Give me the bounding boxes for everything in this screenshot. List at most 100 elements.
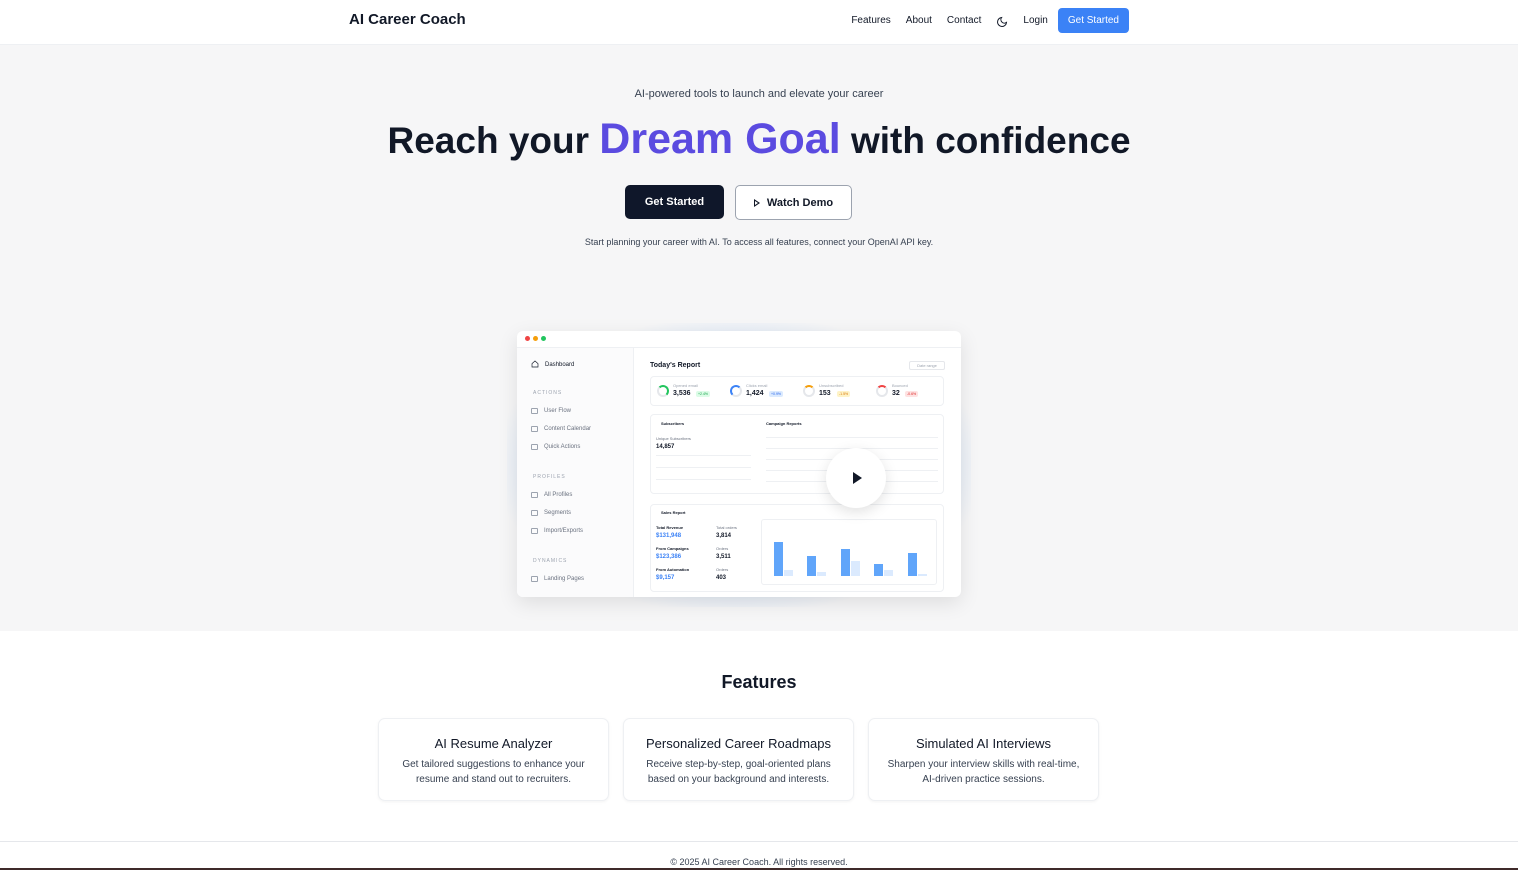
chart-bar bbox=[774, 542, 783, 576]
stat-change-badge: +0.9% bbox=[769, 391, 784, 397]
nav-link-about[interactable]: About bbox=[906, 15, 932, 26]
feature-card-career-roadmaps: Personalized Career Roadmaps Receive ste… bbox=[623, 718, 854, 801]
hero-note: Start planning your career with AI. To a… bbox=[584, 237, 934, 247]
nav-links: Features About Contact Login Get Started bbox=[836, 8, 1129, 33]
footer: © 2025 AI Career Coach. All rights reser… bbox=[0, 841, 1518, 870]
header-get-started-button[interactable]: Get Started bbox=[1057, 8, 1129, 33]
sales-row-sub-label: Orders bbox=[716, 567, 729, 572]
progress-ring bbox=[730, 385, 742, 397]
unique-subscribers-label: Unique Subscribers bbox=[656, 436, 691, 441]
preview-main: Today's Report Date range Opened email 3… bbox=[635, 348, 961, 597]
headline-pre: Reach your bbox=[387, 120, 589, 161]
preview-sidebar: Dashboard ACTIONS User Flow Content Cale… bbox=[517, 348, 634, 597]
sidebar-item-label: Landing Pages bbox=[544, 576, 585, 582]
features-heading: Features bbox=[721, 672, 797, 692]
feature-card-text: Sharpen your interview skills with real-… bbox=[887, 759, 1080, 785]
user-icon bbox=[531, 492, 538, 498]
chart-bar bbox=[884, 570, 893, 576]
window-maximize-dot bbox=[541, 336, 546, 341]
stat-label: Bounced bbox=[892, 383, 908, 388]
feature-card-ai-interviews: Simulated AI Interviews Sharpen your int… bbox=[868, 718, 1099, 801]
calendar-icon bbox=[531, 426, 538, 432]
bar-area bbox=[772, 531, 932, 576]
hero-section: AI-powered tools to launch and elevate y… bbox=[0, 45, 1518, 631]
chart-bar bbox=[807, 556, 816, 576]
lightning-icon bbox=[531, 444, 538, 450]
sales-report-title: Sales Report bbox=[661, 510, 686, 515]
chart-bar bbox=[851, 561, 860, 576]
campaign-reports-title: Campaign Reports bbox=[766, 421, 802, 426]
sales-row-value: $131,948 bbox=[656, 533, 682, 539]
sales-row-label: From Automation bbox=[656, 567, 690, 572]
sidebar-item-landing-pages: Landing Pages bbox=[531, 576, 584, 582]
nav-link-features[interactable]: Features bbox=[851, 15, 890, 26]
top-navbar: AI Career Coach Features About Contact L… bbox=[0, 0, 1518, 45]
sales-row-sub-value: 3,511 bbox=[716, 554, 731, 560]
brand-logo-text[interactable]: AI Career Coach bbox=[349, 11, 466, 28]
sales-bar-chart bbox=[761, 519, 937, 585]
sales-row-sub-label: Orders bbox=[716, 546, 729, 551]
feature-card-text: Receive step-by-step, goal-oriented plan… bbox=[646, 759, 831, 785]
table-divider bbox=[766, 437, 938, 438]
stat-card: Unsubscribed 153 -1.5% bbox=[799, 382, 869, 402]
feature-card-title: AI Resume Analyzer bbox=[434, 736, 553, 751]
watch-demo-button[interactable]: Watch Demo bbox=[735, 185, 852, 220]
nav-link-contact[interactable]: Contact bbox=[947, 15, 981, 26]
chart-bar bbox=[908, 553, 917, 576]
sidebar-item-user-flow: User Flow bbox=[531, 408, 571, 414]
sidebar-item-label: Content Calendar bbox=[544, 426, 592, 432]
sidebar-item-label: Segments bbox=[544, 510, 572, 516]
stat-card: Clicks email 1,424 +0.9% bbox=[726, 382, 796, 402]
chart-bar bbox=[784, 570, 793, 576]
sales-row-sub-label: Total orders bbox=[716, 525, 737, 530]
sidebar-item-quick-actions: Quick Actions bbox=[531, 444, 580, 450]
sidebar-item-label: All Profiles bbox=[544, 492, 573, 498]
stat-label: Opened email bbox=[673, 383, 698, 388]
stat-value: 3,536 bbox=[673, 390, 691, 397]
stat-card: Bounced 32 -0.6% bbox=[872, 382, 942, 402]
sidebar-section-dynamics: DYNAMICS bbox=[533, 558, 568, 564]
sidebar-item-all-profiles: All Profiles bbox=[531, 492, 572, 498]
window-minimize-dot bbox=[533, 336, 538, 341]
feature-card-title: Simulated AI Interviews bbox=[915, 736, 1052, 751]
table-divider bbox=[656, 455, 751, 456]
chart-bar bbox=[874, 564, 883, 576]
play-video-button[interactable] bbox=[826, 448, 886, 508]
sidebar-item-content-calendar: Content Calendar bbox=[531, 426, 591, 432]
report-title: Today's Report bbox=[650, 362, 701, 369]
feature-card-resume-analyzer: AI Resume Analyzer Get tailored suggesti… bbox=[378, 718, 609, 801]
stat-card: Opened email 3,536 +2.4% bbox=[653, 382, 723, 402]
feature-card-text: Get tailored suggestions to enhance your… bbox=[402, 759, 585, 785]
hero-get-started-button[interactable]: Get Started bbox=[625, 185, 724, 219]
hero-cta-row: Get Started Watch Demo bbox=[625, 185, 852, 220]
chart-bar bbox=[817, 572, 826, 576]
headline-post: with confidence bbox=[850, 120, 1131, 161]
stat-change-badge: +2.4% bbox=[696, 391, 711, 397]
moon-icon[interactable] bbox=[996, 15, 1008, 27]
chart-bar bbox=[918, 574, 927, 576]
sidebar-dashboard-label: Dashboard bbox=[545, 362, 575, 368]
swap-icon bbox=[531, 528, 538, 534]
hero-tagline: AI-powered tools to launch and elevate y… bbox=[634, 88, 884, 100]
play-icon bbox=[853, 472, 862, 484]
stat-change-badge: -0.6% bbox=[905, 391, 919, 397]
stat-value: 153 bbox=[819, 390, 831, 397]
subscribers-title: Subscribers bbox=[661, 421, 685, 426]
progress-ring bbox=[803, 385, 815, 397]
window-close-dot bbox=[525, 336, 530, 341]
login-link[interactable]: Login bbox=[1023, 15, 1047, 26]
sales-row-sub-value: 3,814 bbox=[716, 533, 732, 539]
sales-report-panel: Sales Report Total Revenue $131,948 Tota… bbox=[650, 504, 944, 592]
table-divider bbox=[656, 467, 751, 468]
progress-ring bbox=[657, 385, 669, 397]
home-icon bbox=[531, 360, 539, 370]
play-icon bbox=[753, 198, 760, 207]
stats-row: Opened email 3,536 +2.4% Clicks email 1,… bbox=[650, 376, 944, 406]
hero-headline: Reach your Dream Goal with confidence bbox=[0, 115, 1518, 164]
subscribers-panel: Subscribers Unique Subscribers 14,857 Ca… bbox=[650, 414, 944, 494]
window-controls bbox=[525, 336, 549, 341]
stat-label: Unsubscribed bbox=[819, 383, 844, 388]
footer-copyright: © 2025 AI Career Coach. All rights reser… bbox=[670, 857, 848, 867]
sidebar-item-label: User Flow bbox=[544, 408, 572, 414]
unique-subscribers-value: 14,857 bbox=[656, 444, 675, 450]
